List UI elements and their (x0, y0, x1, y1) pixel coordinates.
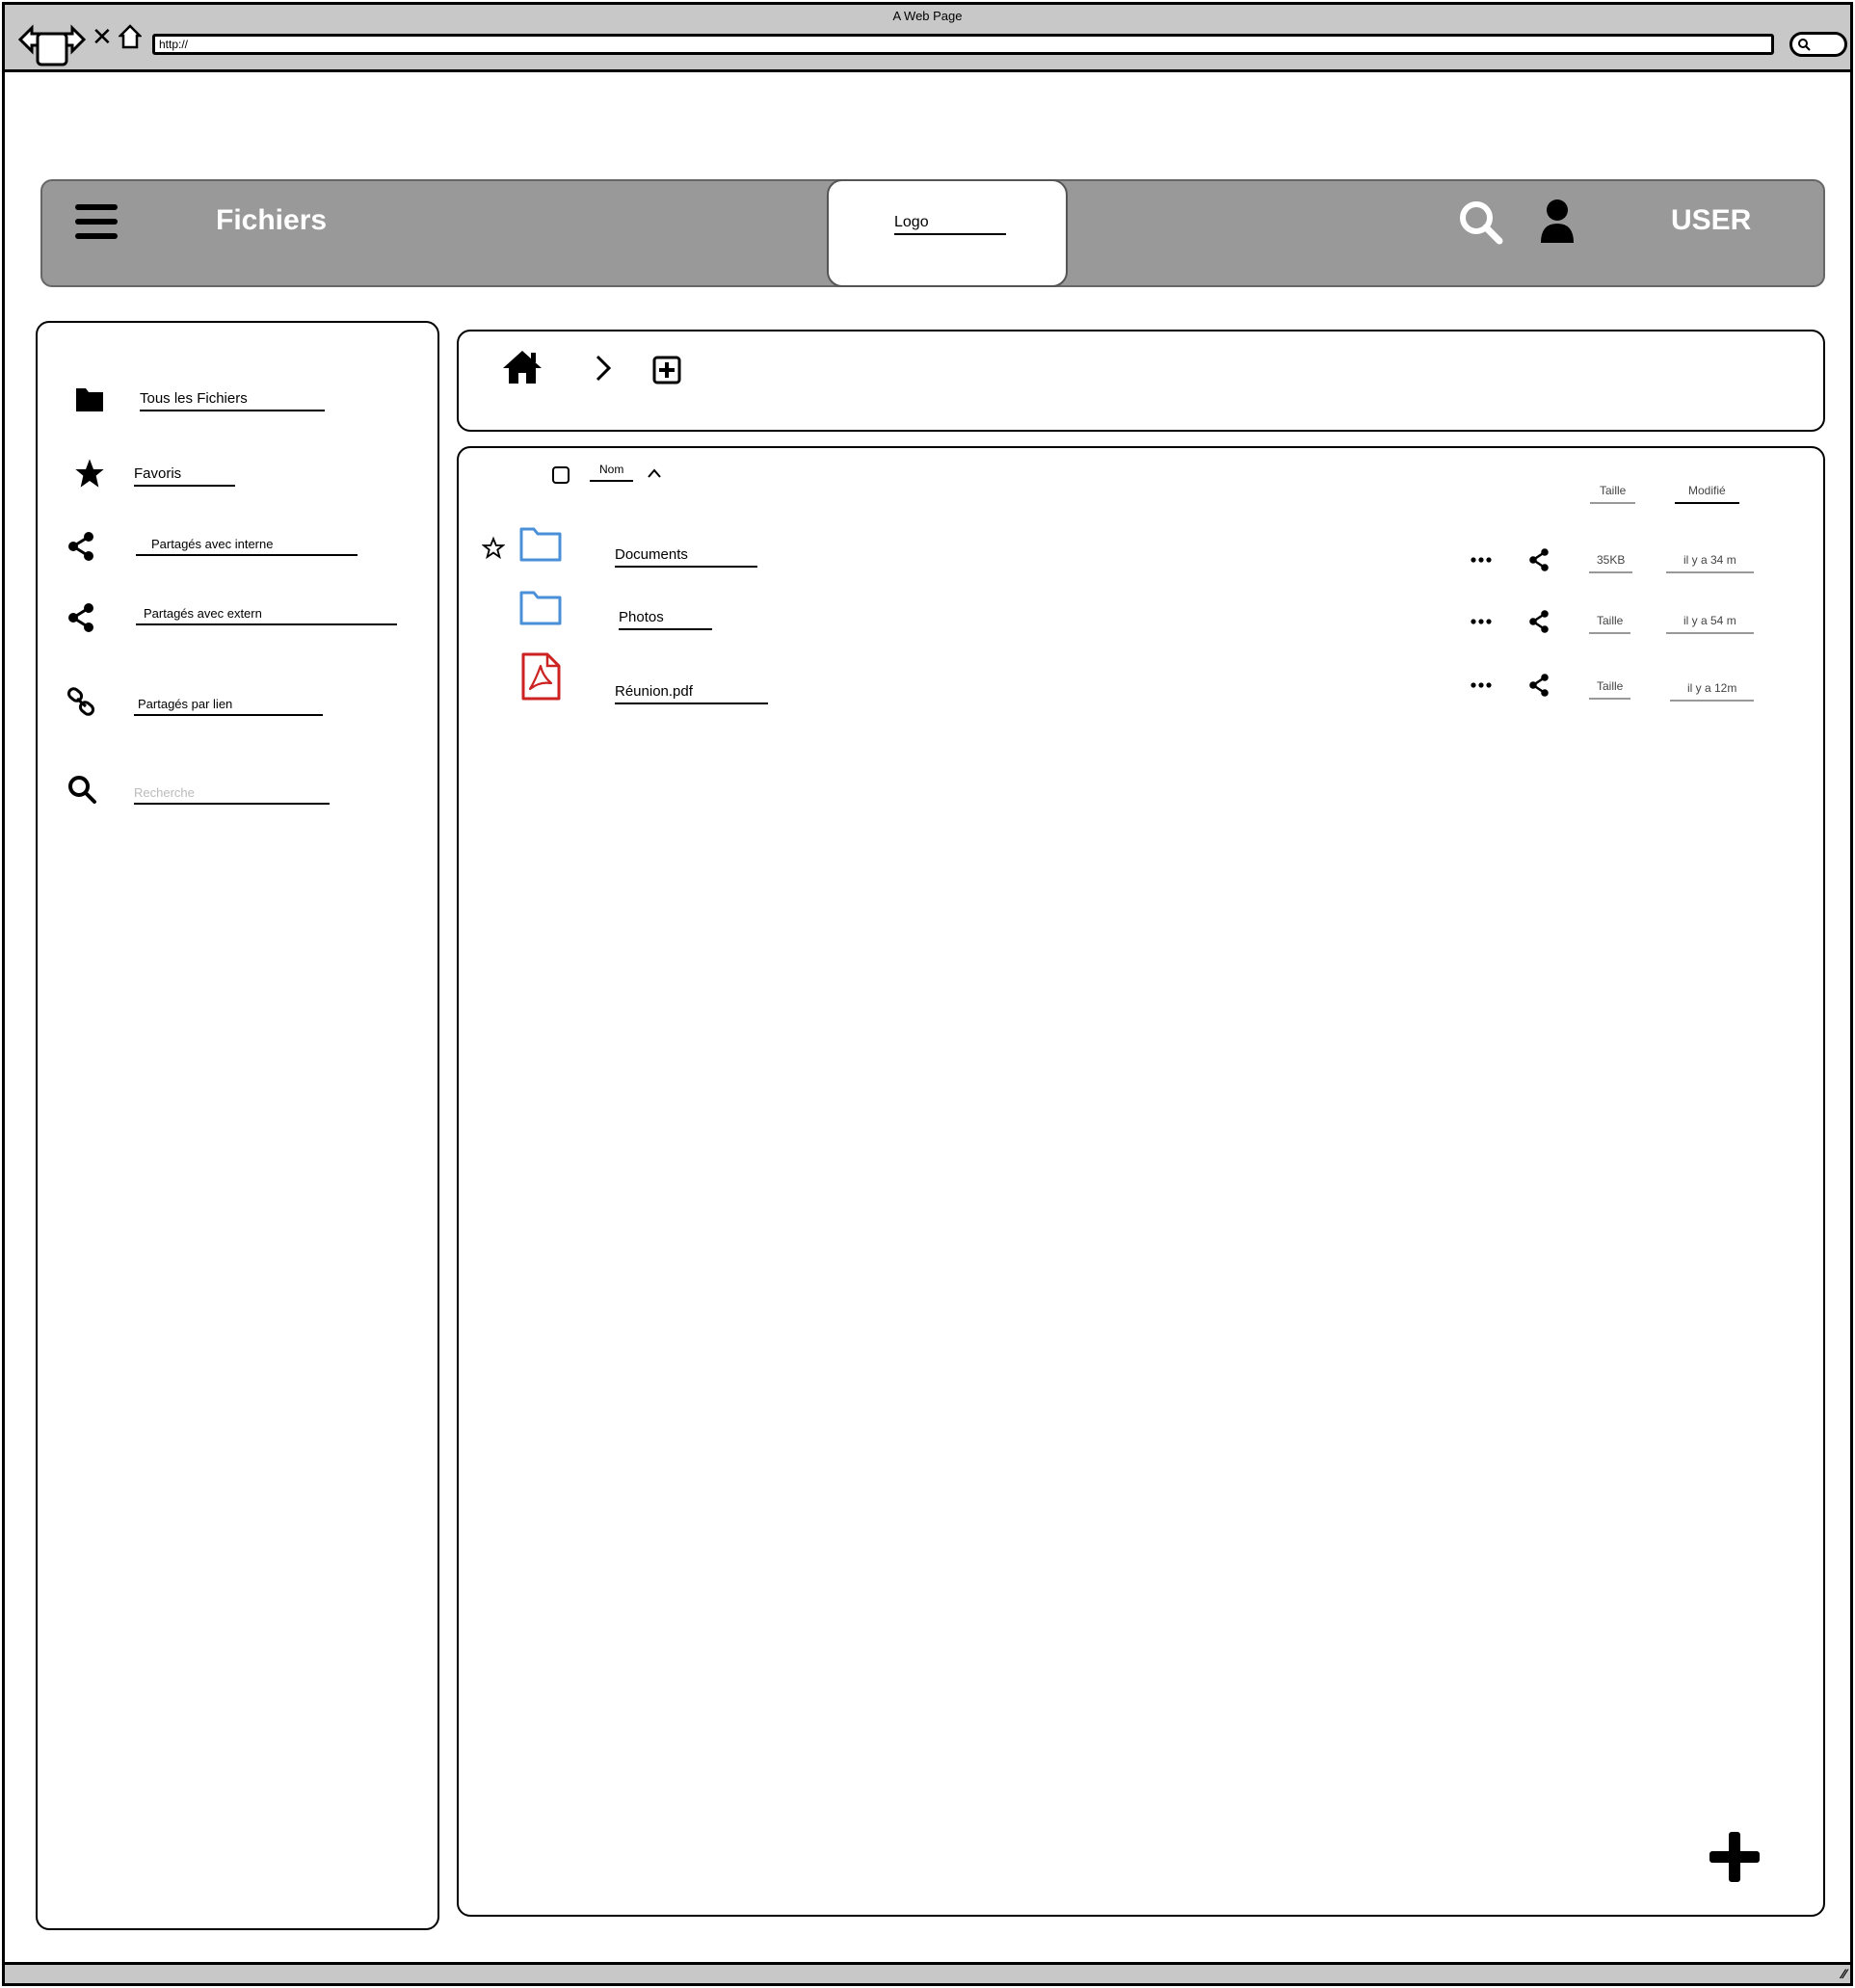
select-all-checkbox[interactable] (552, 466, 570, 484)
more-options-icon[interactable] (1471, 681, 1492, 689)
file-size: 35KB (1589, 553, 1633, 573)
star-icon (75, 459, 104, 488)
share-icon[interactable] (1528, 674, 1550, 697)
browser-titlebar: A Web Page ✕ http:// (5, 5, 1850, 72)
file-name[interactable]: Documents (615, 546, 757, 568)
folder-icon (76, 388, 103, 411)
home-icon[interactable] (501, 349, 543, 385)
logo-label: Logo (894, 214, 1006, 235)
sidebar-item-label: Partagés avec interne (136, 537, 358, 556)
pdf-file-icon (521, 652, 561, 701)
sidebar-item-shared-external[interactable]: Partagés avec extern (66, 602, 423, 641)
file-list: Nom Taille Modifié Documents 35KB il y a… (457, 446, 1825, 1917)
url-input[interactable]: http:// (152, 34, 1774, 55)
column-header-modified[interactable]: Modifié (1675, 484, 1739, 504)
search-input[interactable]: Recherche (134, 785, 330, 805)
sidebar-item-label: Favoris (134, 465, 236, 487)
sidebar-item-all-files[interactable]: Tous les Fichiers (66, 383, 423, 421)
chevron-right-icon (596, 355, 612, 382)
file-name[interactable]: Photos (619, 609, 712, 630)
sidebar-item-shared-link[interactable]: Partagés par lien (66, 687, 423, 726)
file-modified: il y a 34 m (1666, 553, 1754, 573)
sidebar-item-label: Partagés par lien (134, 697, 324, 716)
more-options-icon[interactable] (1471, 556, 1492, 564)
link-icon (66, 687, 95, 716)
file-name[interactable]: Réunion.pdf (615, 683, 768, 704)
share-icon[interactable] (1528, 548, 1550, 571)
share-icon (68, 532, 93, 561)
stop-icon[interactable]: ✕ (92, 22, 113, 52)
hamburger-menu-icon[interactable] (75, 204, 118, 241)
browser-search-field[interactable] (1789, 32, 1847, 57)
browser-window: A Web Page ✕ http:// Fichiers Logo USER … (2, 2, 1853, 1986)
file-size: Taille (1589, 614, 1631, 634)
sidebar-item-label: Tous les Fichiers (140, 390, 325, 411)
more-options-icon[interactable] (1471, 618, 1492, 625)
table-row[interactable]: Réunion.pdf Taille il y a 12m (459, 652, 1823, 710)
browser-home-icon[interactable] (119, 24, 142, 49)
search-icon[interactable] (1457, 199, 1503, 245)
folder-icon (519, 527, 562, 562)
sidebar-search[interactable]: Recherche (66, 774, 423, 812)
search-icon (68, 776, 96, 804)
column-header-size[interactable]: Taille (1590, 484, 1636, 504)
browser-statusbar: ⁄⁄ (5, 1962, 1850, 1983)
sidebar-item-shared-internal[interactable]: Partagés avec interne (66, 531, 423, 570)
sidebar-item-favorites[interactable]: Favoris (66, 458, 423, 496)
share-icon (68, 603, 93, 632)
window-title: A Web Page (892, 9, 963, 23)
plus-square-icon[interactable] (652, 356, 681, 384)
file-size: Taille (1589, 679, 1631, 700)
table-row[interactable]: Photos Taille il y a 54 m (459, 589, 1823, 647)
back-forward-icon[interactable] (18, 24, 86, 66)
breadcrumb (457, 330, 1825, 432)
table-row[interactable]: Documents 35KB il y a 34 m (459, 525, 1823, 583)
logo: Logo (827, 179, 1068, 287)
app-header: Fichiers Logo USER (40, 179, 1825, 287)
chevron-up-icon[interactable] (647, 467, 662, 479)
folder-icon (519, 591, 562, 625)
page-title: Fichiers (216, 204, 328, 236)
sidebar: Tous les Fichiers Favoris Partagés avec … (36, 321, 439, 1930)
share-icon[interactable] (1528, 610, 1550, 633)
resize-grip-icon[interactable]: ⁄⁄ (1842, 1966, 1846, 1981)
user-name[interactable]: USER (1671, 204, 1751, 237)
star-outline-icon[interactable] (482, 537, 505, 560)
user-icon[interactable] (1538, 199, 1577, 245)
file-modified: il y a 54 m (1666, 614, 1754, 634)
add-button[interactable] (1708, 1830, 1762, 1884)
sidebar-item-label: Partagés avec extern (136, 606, 397, 625)
search-icon (1798, 39, 1811, 51)
column-header-name[interactable]: Nom (590, 463, 634, 482)
file-modified: il y a 12m (1670, 681, 1755, 702)
